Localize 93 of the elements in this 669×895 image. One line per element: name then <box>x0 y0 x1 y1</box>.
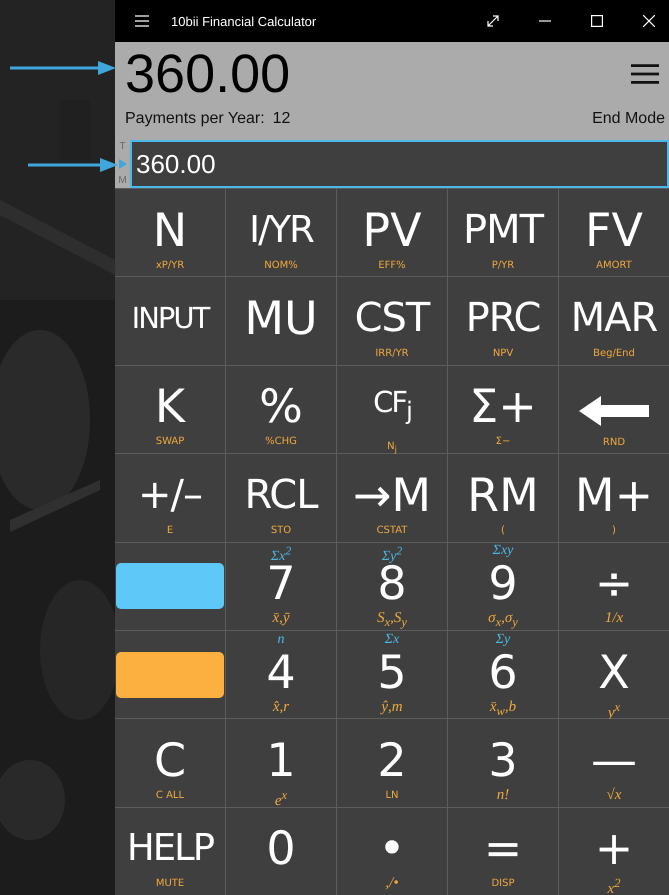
secondary-function-label: x̂,r <box>272 698 290 715</box>
payments-per-year-value: 12 <box>272 110 290 128</box>
stack-field[interactable]: 360.00 <box>130 140 669 188</box>
shifted-function-label: n <box>278 632 284 647</box>
secondary-function-label: √x <box>606 786 622 803</box>
secondary-function-label: CSTAT <box>376 524 408 536</box>
key-button[interactable]: Σy$^{2}$ 8 S$_{x}$,S$_{y}$ <box>337 542 447 630</box>
key-button[interactable]: CST IRR/YR <box>337 277 447 365</box>
display-value: 360.00 <box>125 47 290 101</box>
key-button[interactable]: M+ ) <box>559 454 669 542</box>
secondary-function-label: STO <box>270 524 292 536</box>
key-button[interactable]: INPUT <box>115 277 225 365</box>
secondary-function-label: RND <box>602 436 626 448</box>
left-arrow-icon <box>579 396 649 426</box>
payments-per-year-label: Payments per Year: <box>125 110 265 128</box>
key-button[interactable]: 0 <box>226 808 336 895</box>
stack-marker: T <box>119 142 126 152</box>
backspace-button[interactable]: RND <box>559 366 669 454</box>
secondary-function-label: LN <box>385 790 399 801</box>
shifted-function-label: Σx$^{2}$ <box>270 548 292 564</box>
key-button[interactable]: K SWAP <box>115 366 225 454</box>
secondary-function-label: σ$_{x}$,σ$_{y}$ <box>488 610 518 626</box>
pointer-icon <box>118 159 126 169</box>
close-icon[interactable] <box>643 15 655 27</box>
key-button[interactable]: % %CHG <box>226 366 336 454</box>
secondary-function-label: N$_{j}$ <box>387 440 397 452</box>
key-button[interactable]: 2 LN <box>337 719 447 807</box>
key-button[interactable]: Σxy 9 σ$_{x}$,σ$_{y}$ <box>448 542 558 630</box>
key-button[interactable]: = DISP <box>448 808 558 895</box>
secondary-function-label: EFF% <box>378 260 406 271</box>
key-button[interactable]: — √x <box>559 719 669 807</box>
secondary-function-label: ) <box>612 524 616 536</box>
secondary-function-label: n! <box>496 786 510 803</box>
key-button[interactable]: • ,/• <box>337 808 447 895</box>
key-button[interactable]: n 4 x̂,r <box>226 630 336 718</box>
window-title: 10bii Financial Calculator <box>171 14 316 28</box>
secondary-function-label: e$^{x}$ <box>274 792 288 809</box>
shifted-function-label: Σy$^{2}$ <box>382 548 402 564</box>
key-button[interactable]: 3 n! <box>448 719 558 807</box>
secondary-function-label: ,/• <box>385 875 399 892</box>
shifted-function-label: Σy <box>496 632 510 647</box>
secondary-function-label: x$^{2}$ <box>608 881 620 895</box>
key-button[interactable]: MAR Beg/End <box>559 277 669 365</box>
key-button[interactable]: FV AMORT <box>559 189 669 276</box>
secondary-function-label: x̄,ȳ <box>272 610 290 626</box>
shifted-function-label: Σxy <box>492 543 514 558</box>
key-button[interactable]: N xP/YR <box>115 189 225 276</box>
key-button[interactable]: Σx 5 ŷ,m <box>337 630 447 718</box>
secondary-function-label: ŷ,m <box>381 698 403 715</box>
secondary-function-label: C ALL <box>156 790 184 801</box>
arrow-icon <box>10 60 116 76</box>
secondary-function-label: DISP <box>491 878 515 890</box>
key-button[interactable]: PV EFF% <box>337 189 447 276</box>
secondary-function-label: xP/YR <box>156 260 184 271</box>
key-button[interactable]: PRC NPV <box>448 277 558 365</box>
secondary-function-label: MUTE <box>156 878 184 890</box>
key-button[interactable]: ÷ 1/x <box>559 542 669 630</box>
secondary-function-label: NOM% <box>264 260 298 271</box>
secondary-function-label: x̄$_{w}$,b <box>490 698 516 715</box>
key-button[interactable]: I/YR NOM% <box>226 189 336 276</box>
key-button[interactable]: MU <box>226 277 336 365</box>
maximize-icon[interactable] <box>591 15 603 27</box>
key-button[interactable]: HELP MUTE <box>115 808 225 895</box>
secondary-function-label: E <box>166 524 174 536</box>
secondary-function-label: NPV <box>492 348 514 360</box>
menu-icon[interactable] <box>631 63 659 85</box>
secondary-function-label: P/YR <box>492 260 514 271</box>
key-button[interactable]: →M CSTAT <box>337 454 447 542</box>
secondary-function-label: 1/x <box>604 610 624 626</box>
arrow-icon <box>28 157 118 173</box>
secondary-function-label: SWAP <box>156 436 184 448</box>
key-button[interactable]: C C ALL <box>115 719 225 807</box>
key-button[interactable]: Σx$^{2}$ 7 x̄,ȳ <box>226 542 336 630</box>
stack-marker: M <box>118 176 127 186</box>
secondary-function-label: %CHG <box>265 436 297 448</box>
mode-label: End Mode <box>592 110 665 128</box>
secondary-function-label: S$_{x}$,S$_{y}$ <box>377 610 407 626</box>
secondary-function-label: AMORT <box>596 260 632 271</box>
secondary-function-label: Beg/End <box>593 348 635 360</box>
key-button[interactable]: RCL STO <box>226 454 336 542</box>
key-button[interactable]: 1 e$^{x}$ <box>226 719 336 807</box>
key-button[interactable]: RM ( <box>448 454 558 542</box>
secondary-function-label: Σ− <box>496 436 510 448</box>
key-button[interactable]: Σ+ Σ− <box>448 366 558 454</box>
key-button[interactable]: CF$_{j}$ N$_{j}$ <box>337 366 447 454</box>
key-button[interactable]: Σy 6 x̄$_{w}$,b <box>448 630 558 718</box>
secondary-function-label: ( <box>501 524 505 536</box>
key-button[interactable]: PMT P/YR <box>448 189 558 276</box>
expand-icon[interactable] <box>487 15 499 27</box>
secondary-function-label: IRR/YR <box>375 348 409 360</box>
key-button[interactable]: + x$^{2}$ <box>559 808 669 895</box>
shifted-function-label: Σx <box>384 632 400 647</box>
key-button[interactable]: +/– E <box>115 454 225 542</box>
